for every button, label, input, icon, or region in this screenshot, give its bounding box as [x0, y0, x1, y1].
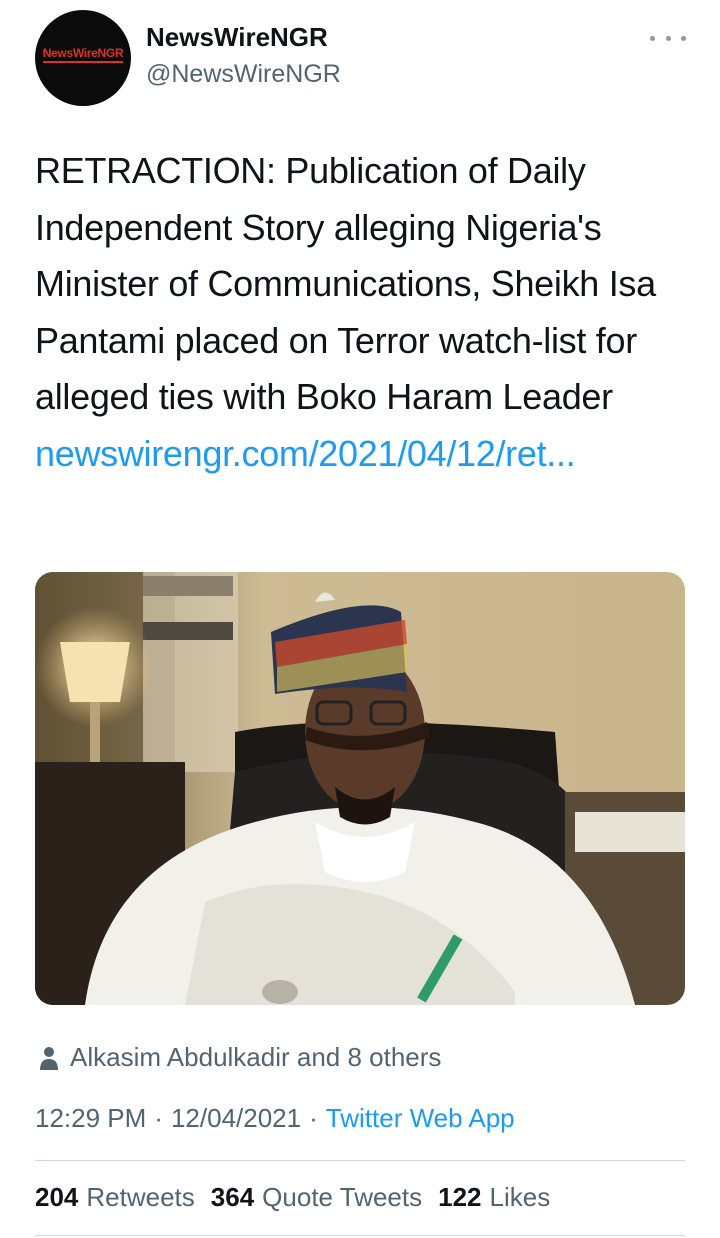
tweet-time: 12:29 PM [35, 1103, 147, 1133]
quote-tweets-count: 364 [210, 1182, 255, 1212]
display-name[interactable]: NewsWireNGR [146, 22, 328, 53]
likes-count: 122 [438, 1182, 482, 1212]
more-dot [665, 35, 671, 41]
retweets-stat[interactable]: 204 Retweets [35, 1182, 195, 1213]
divider [35, 1235, 685, 1236]
retweets-count: 204 [35, 1182, 79, 1212]
tweet-photo[interactable] [35, 572, 685, 1005]
more-options-icon[interactable] [650, 28, 686, 48]
more-dot [650, 35, 655, 41]
photo-illustration [35, 572, 685, 1005]
person-icon [40, 1046, 58, 1070]
engagement-stats: 204 Retweets 364 Quote Tweets 122 Likes [35, 1182, 550, 1213]
quote-tweets-stat[interactable]: 364 Quote Tweets [211, 1182, 422, 1213]
divider [35, 1160, 685, 1161]
tweet-link[interactable]: newswirengr.com/2021/04/12/ret... [35, 433, 576, 474]
tweet-text: RETRACTION: Publication of Daily Indepen… [35, 143, 695, 482]
likes-label: Likes [489, 1182, 551, 1212]
tweet-body: RETRACTION: Publication of Daily Indepen… [35, 150, 656, 417]
tweet-date: 12/04/2021 [170, 1103, 302, 1133]
avatar-logo-text: NewsWireNGR [42, 46, 124, 63]
meta-separator: · [309, 1103, 318, 1133]
likes-stat[interactable]: 122 Likes [438, 1182, 550, 1213]
tweet-metadata: 12:29 PM · 12/04/2021 · Twitter Web App [35, 1103, 515, 1134]
more-dot [681, 35, 686, 41]
retweets-label: Retweets [86, 1182, 195, 1212]
quote-tweets-label: Quote Tweets [262, 1182, 423, 1212]
account-handle[interactable]: @NewsWireNGR [146, 60, 341, 89]
liked-by-text: Alkasim Abdulkadir and 8 others [70, 1042, 442, 1072]
avatar[interactable]: NewsWireNGR [35, 10, 131, 106]
tweet-source-link[interactable]: Twitter Web App [326, 1103, 515, 1134]
liked-by-row[interactable]: Alkasim Abdulkadir and 8 others [40, 1042, 441, 1073]
meta-separator: · [154, 1103, 163, 1133]
